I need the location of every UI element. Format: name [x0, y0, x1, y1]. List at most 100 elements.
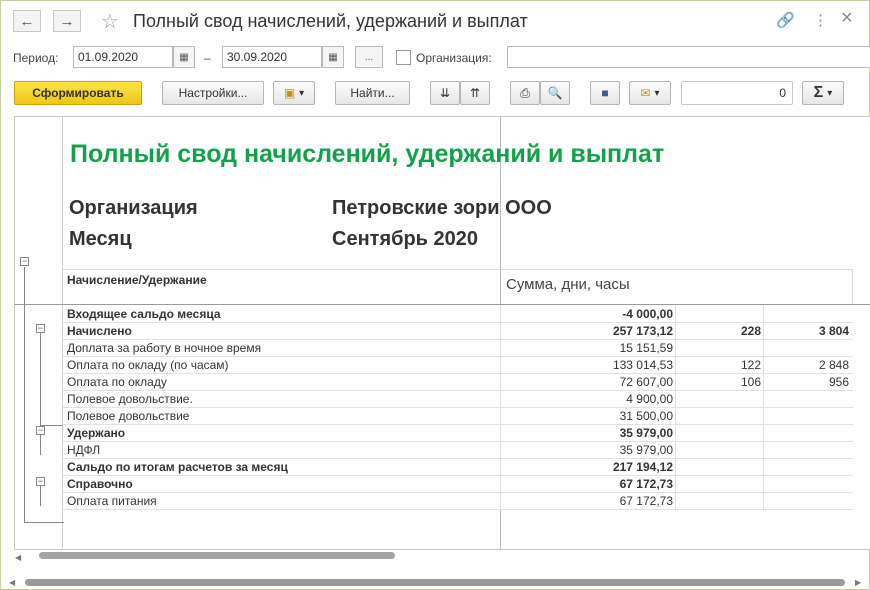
table-row[interactable]: Полевое довольствие 31 500,00	[63, 407, 853, 425]
sigma-icon: Σ	[813, 84, 824, 101]
toggle-reference[interactable]: −	[36, 477, 45, 486]
more-menu-icon[interactable]: ⋮	[813, 11, 828, 29]
row-name: Входящее сальдо месяца	[67, 307, 221, 321]
table-row[interactable]: Удержано 35 979,00	[63, 424, 853, 442]
cell-divider	[500, 305, 501, 322]
row-sum: 257 173,12	[612, 324, 673, 338]
print-preview-button[interactable]: 🔍	[540, 81, 570, 105]
send-button[interactable]: ✉ ▾	[629, 81, 671, 105]
tree-line	[40, 486, 41, 506]
dropdown-icon: ▾	[654, 87, 660, 99]
table-row[interactable]: Сальдо по итогам расчетов за месяц 217 19…	[63, 458, 853, 476]
table-row[interactable]: Оплата по окладу (по часам) 133 014,53 122…	[63, 356, 853, 374]
scroll-left-icon[interactable]: ◀	[15, 553, 21, 562]
cell-divider	[675, 441, 676, 458]
collapse-all-toggle[interactable]: −	[20, 257, 29, 266]
cell-divider	[500, 373, 501, 390]
toggle-withheld[interactable]: −	[36, 426, 45, 435]
cell-divider	[675, 390, 676, 407]
cell-divider	[500, 322, 501, 339]
row-sum: 35 979,00	[619, 426, 673, 440]
forward-button[interactable]: →	[53, 10, 81, 32]
organization-input[interactable]	[507, 46, 870, 68]
row-sum: 67 172,73	[619, 477, 673, 491]
preview-icon: 🔍	[547, 86, 563, 100]
report-window: ← → ☆ Полный свод начислений, удержаний …	[0, 0, 870, 590]
row-name: Полевое довольствие	[67, 409, 190, 423]
variants-button[interactable]: ▣ ▾	[273, 81, 315, 105]
tree-line	[24, 267, 25, 522]
row-sum: 72 607,00	[619, 375, 673, 389]
table-row[interactable]: Полевое довольствие. 4 900,00	[63, 390, 853, 408]
cell-divider	[500, 475, 501, 492]
calendar-to-button[interactable]: ▦	[322, 46, 344, 68]
scroll-left-icon[interactable]: ◀	[9, 578, 15, 587]
row-sum: -4 000,00	[622, 307, 673, 321]
row-name: Доплата за работу в ночное время	[67, 341, 262, 355]
favorite-star-icon[interactable]: ☆	[101, 9, 119, 34]
table-row[interactable]: Доплата за работу в ночное время 15 151,5…	[63, 339, 853, 357]
cell-divider	[500, 424, 501, 441]
expand-all-button[interactable]: ⇊	[430, 81, 460, 105]
table-row[interactable]: Оплата по окладу 72 607,00 106 956	[63, 373, 853, 391]
envelope-icon: ✉	[640, 86, 651, 100]
period-dash: –	[204, 51, 211, 65]
cell-divider	[500, 339, 501, 356]
date-to-input[interactable]: 30.09.2020	[222, 46, 322, 68]
print-button[interactable]: ⎙	[510, 81, 540, 105]
inner-horizontal-scrollbar[interactable]	[39, 552, 395, 559]
tree-line	[40, 435, 41, 455]
row-sum: 31 500,00	[619, 409, 673, 423]
table-row[interactable]: НДФЛ 35 979,00	[63, 441, 853, 459]
sum-mode-button[interactable]: Σ ▾	[802, 81, 844, 105]
cell-divider	[675, 339, 676, 356]
cell-divider	[675, 373, 676, 390]
toggle-accrued[interactable]: −	[36, 324, 45, 333]
sum-field[interactable]: 0	[681, 81, 793, 105]
back-arrow-icon: ←	[19, 12, 35, 30]
collapse-all-button[interactable]: ⇈	[460, 81, 490, 105]
cell-divider	[675, 475, 676, 492]
row-sum: 15 151,59	[619, 341, 673, 355]
outer-horizontal-scrollbar[interactable]	[25, 579, 845, 586]
cell-divider	[675, 407, 676, 424]
settings-button[interactable]: Настройки...	[162, 81, 264, 105]
scroll-right-icon[interactable]: ▶	[855, 578, 861, 587]
table-row[interactable]: Входящее сальдо месяца -4 000,00	[63, 305, 853, 323]
row-name: Оплата по окладу (по часам)	[67, 358, 229, 372]
row-name: Оплата питания	[67, 494, 157, 508]
period-select-button[interactable]: ...	[355, 46, 383, 68]
generate-button[interactable]: Сформировать	[14, 81, 142, 105]
collapse-groups-icon: ⇈	[469, 86, 481, 100]
table-row[interactable]: Справочно 67 172,73	[63, 475, 853, 493]
table-row[interactable]: Начислено 257 173,12 228 3 804	[63, 322, 853, 340]
cell-divider	[675, 458, 676, 475]
cell-divider	[675, 356, 676, 373]
organization-checkbox[interactable]	[396, 50, 411, 65]
table-row[interactable]: Оплата питания 67 172,73	[63, 492, 853, 510]
date-from-input[interactable]: 01.09.2020	[73, 46, 173, 68]
expand-groups-icon: ⇊	[439, 86, 451, 100]
cell-divider	[675, 424, 676, 441]
save-button[interactable]: ■	[590, 81, 620, 105]
calendar-from-button[interactable]: ▦	[173, 46, 195, 68]
row-name: НДФЛ	[67, 443, 101, 457]
cell-divider	[763, 475, 764, 492]
cell-divider	[763, 339, 764, 356]
grid-line	[63, 269, 853, 270]
row-name: Сальдо по итогам расчетов за месяц	[67, 460, 288, 474]
organization-caption: Организация	[69, 197, 198, 219]
organization-value: Петровские зори ООО	[332, 197, 552, 219]
forward-arrow-icon: →	[59, 12, 75, 30]
link-icon[interactable]: 🔗	[776, 11, 795, 29]
grid-line	[852, 269, 853, 304]
cell-divider	[763, 441, 764, 458]
cell-divider	[763, 373, 764, 390]
report-spreadsheet[interactable]: Полный свод начислений, удержаний и выпл…	[14, 116, 870, 550]
row-name: Оплата по окладу	[67, 375, 167, 389]
close-icon[interactable]: ×	[841, 7, 853, 30]
back-button[interactable]: ←	[13, 10, 41, 32]
find-button[interactable]: Найти...	[335, 81, 410, 105]
row-sum: 4 900,00	[626, 392, 673, 406]
save-icon: ■	[601, 86, 609, 100]
